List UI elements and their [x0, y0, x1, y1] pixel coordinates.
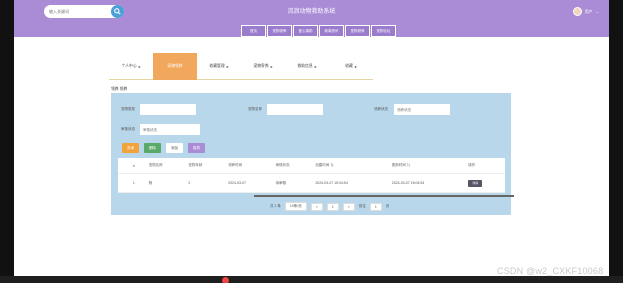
- user-menu[interactable]: 用户 ⌄: [572, 7, 599, 16]
- cell-updated: 2024-03-07 15:04:54: [388, 173, 466, 193]
- right-edge: [609, 0, 623, 283]
- chevron-right-icon: ▸: [138, 64, 141, 69]
- tab-favorites[interactable]: 收藏管理 ▸: [197, 53, 241, 80]
- review-select[interactable]: [140, 124, 200, 135]
- table-header-row: # 宠物名称 宠物年龄 领养时间 审核状态 创建时间 ⇅ 更新时间 ⇅ 操作: [118, 158, 505, 174]
- nav-news[interactable]: 新闻资讯: [319, 25, 344, 37]
- data-table: # 宠物名称 宠物年龄 领养时间 审核状态 创建时间 ⇅ 更新时间 ⇅ 操作 1…: [118, 158, 505, 193]
- app-window: 流浪动物救助系统 用户 ⌄ 首页 宠物领养 爱心捐助 新闻资讯 宠物领养 宠物论…: [0, 0, 623, 283]
- goto-label: 前往: [358, 204, 366, 208]
- user-name: 用户: [584, 8, 593, 14]
- breadcrumb: 领养 领养: [111, 87, 128, 91]
- tab-label: 个人中心: [121, 63, 137, 68]
- col-review-status: 审核状态: [272, 158, 313, 174]
- horizontal-scrollbar[interactable]: [254, 195, 514, 197]
- type-input[interactable]: [140, 104, 196, 115]
- left-edge: [0, 0, 14, 283]
- chevron-right-icon: ▸: [354, 64, 357, 69]
- prev-page-button[interactable]: <: [310, 202, 323, 211]
- export-button[interactable]: 报表: [188, 143, 205, 153]
- col-created[interactable]: 创建时间 ⇅: [312, 158, 389, 174]
- type-label: 宠物类型: [121, 107, 135, 111]
- page-size-select[interactable]: 10条/页: [284, 202, 307, 211]
- watermark: CSDN @w2_CXKF10068: [497, 266, 604, 276]
- col-adopt-time: 领养时间: [225, 158, 273, 174]
- goto-input[interactable]: 1: [369, 202, 382, 211]
- bottom-bar: [0, 276, 623, 283]
- cell-actions: 详情: [465, 173, 505, 193]
- status-input[interactable]: [394, 104, 450, 115]
- col-check[interactable]: [118, 158, 130, 174]
- cell-pet-name: 狗: [145, 173, 186, 193]
- tab-label: 宠物领养: [167, 63, 183, 68]
- col-updated[interactable]: 更新时间 ⇅: [388, 158, 466, 174]
- chevron-right-icon: ▸: [270, 64, 273, 69]
- site-title: 流浪动物救助系统: [287, 9, 336, 15]
- cell-index: 1: [129, 173, 146, 193]
- tab-rescue[interactable]: 救助信息 ▸: [285, 53, 329, 80]
- nav-donate[interactable]: 爱心捐助: [293, 25, 318, 37]
- tab-foster[interactable]: 宠物寄养 ▸: [241, 53, 285, 80]
- tab-adopt[interactable]: 宠物领养: [153, 53, 197, 80]
- cell-created: 2024-03-07 15:04:54: [312, 173, 389, 193]
- avatar: [572, 7, 582, 16]
- delete-button[interactable]: 删除: [144, 143, 161, 153]
- review-label: 审核状态: [121, 127, 135, 131]
- next-page-button[interactable]: >: [342, 202, 355, 211]
- pager-total: 共 1 条: [270, 204, 281, 208]
- col-actions: 操作: [465, 158, 505, 174]
- tab-collect[interactable]: 收藏 ▸: [329, 53, 373, 80]
- cell-adopt-time: 2024-03-07: [225, 173, 273, 193]
- page-number[interactable]: 1: [326, 202, 339, 211]
- row-checkbox[interactable]: [118, 173, 130, 193]
- cell-review-status: 待审核: [272, 173, 313, 193]
- nav-home[interactable]: 首页: [241, 25, 266, 37]
- tab-label: 收藏管理: [209, 63, 225, 68]
- cell-pet-age: 2: [185, 173, 226, 193]
- chevron-right-icon: ▸: [226, 64, 229, 69]
- chevron-down-icon: ⌄: [595, 9, 599, 14]
- tab-personal[interactable]: 个人中心 ▸: [109, 53, 153, 80]
- status-label: 领养状态: [374, 107, 388, 111]
- nav-pet-adopt[interactable]: 宠物领养: [267, 25, 292, 37]
- detail-button[interactable]: 详情: [468, 179, 483, 187]
- col-index: #: [129, 158, 146, 174]
- table-row: 1 狗 2 2024-03-07 待审核 2024-03-07 15:04:54…: [118, 173, 505, 193]
- name-label: 宠物名称: [248, 107, 262, 111]
- col-pet-name: 宠物名称: [145, 158, 186, 174]
- col-pet-age: 宠物年龄: [185, 158, 226, 174]
- page-suffix: 页: [385, 204, 390, 208]
- pagination: 共 1 条 10条/页 < 1 > 前往 1 页: [270, 202, 389, 211]
- tab-label: 收藏: [345, 63, 353, 68]
- tab-label: 救助信息: [297, 63, 313, 68]
- top-nav: 首页 宠物领养 爱心捐助 新闻资讯 宠物领养 宠物论坛: [241, 25, 397, 37]
- name-input[interactable]: [267, 104, 323, 115]
- top-header: 流浪动物救助系统 用户 ⌄ 首页 宠物领养 爱心捐助 新闻资讯 宠物领养 宠物论…: [14, 0, 609, 37]
- chevron-right-icon: ▸: [314, 64, 317, 69]
- content-card: 个人中心 ▸ 宠物领养 收藏管理 ▸ 宠物寄养 ▸ 救助信息 ▸ 收藏 ▸ 领养 领养 宠…: [14, 37, 609, 283]
- center-tabs: 个人中心 ▸ 宠物领养 收藏管理 ▸ 宠物寄养 ▸ 救助信息 ▸ 收藏 ▸: [109, 53, 373, 80]
- nav-adopt-2[interactable]: 宠物领养: [345, 25, 370, 37]
- search-button[interactable]: 查询: [122, 143, 139, 153]
- tab-label: 宠物寄养: [253, 63, 269, 68]
- add-button[interactable]: 添加: [166, 143, 183, 153]
- nav-forum[interactable]: 宠物论坛: [371, 25, 396, 37]
- record-indicator: [222, 277, 229, 283]
